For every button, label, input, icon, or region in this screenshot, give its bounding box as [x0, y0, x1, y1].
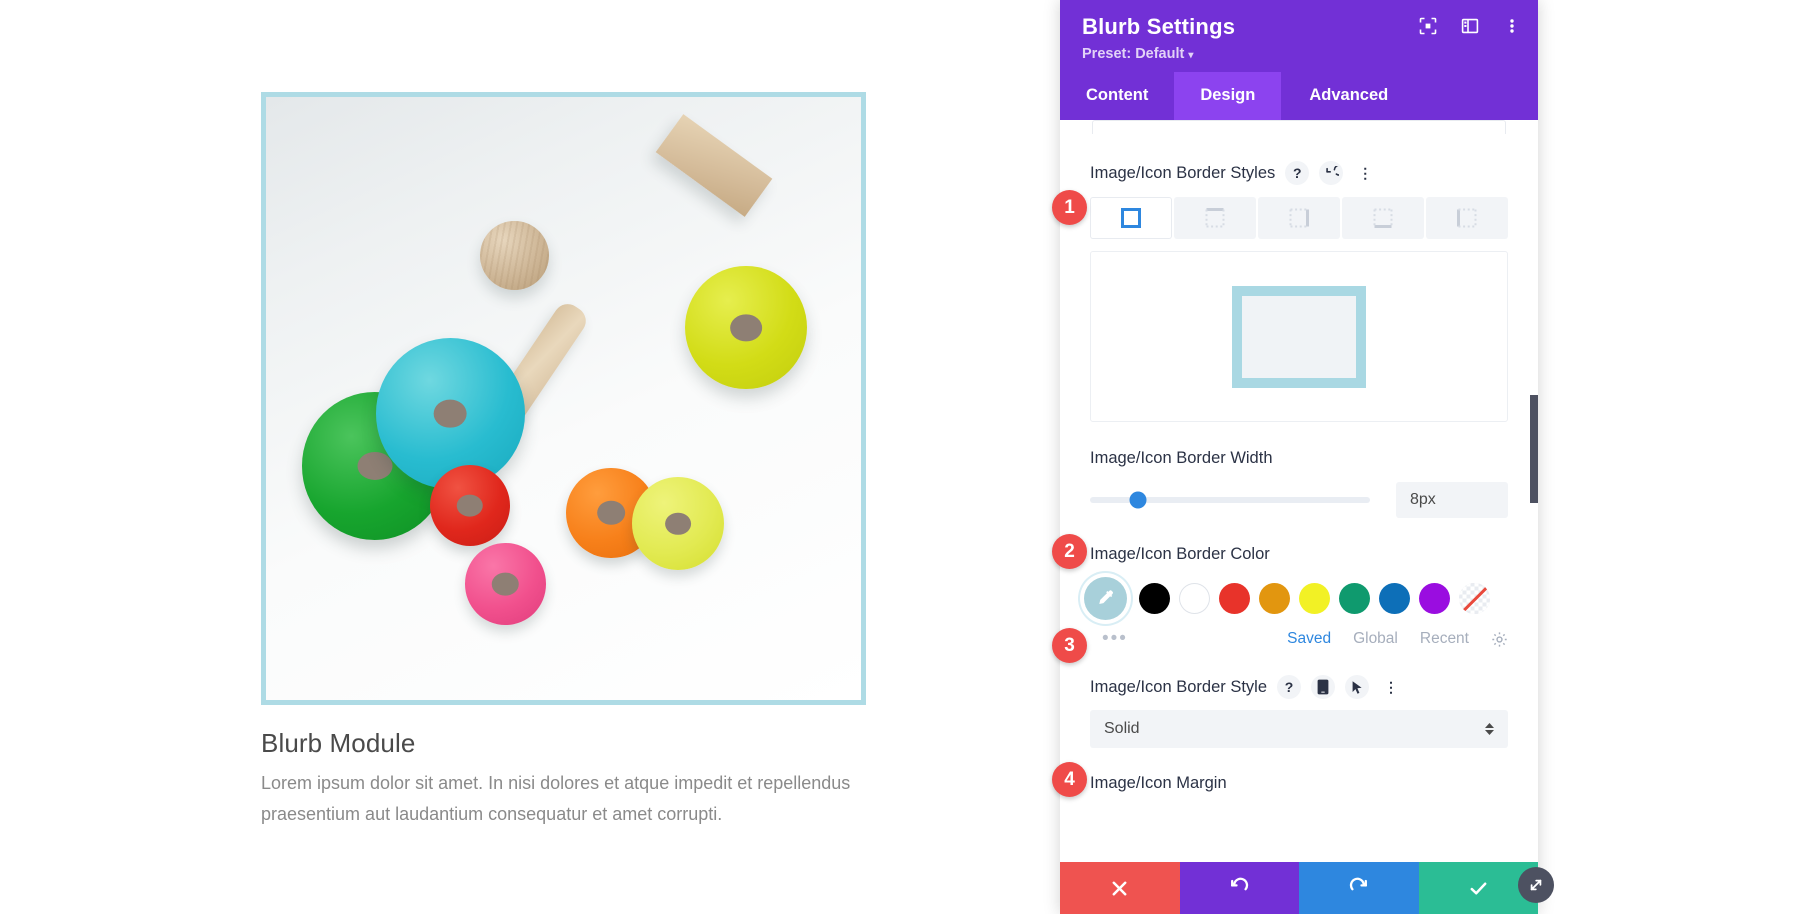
swatch-white[interactable]: [1179, 583, 1210, 614]
panel-scroll-content: Image/Icon Border Styles ? ⋮ Image/Icon …: [1060, 120, 1538, 862]
blurb-title: Blurb Module: [261, 728, 416, 758]
toy-ring-red: [429, 464, 510, 547]
swatch-black[interactable]: [1139, 583, 1170, 614]
toy-ring-yellow-large: [685, 265, 808, 390]
border-bottom-button[interactable]: [1342, 197, 1424, 239]
border-color-label-row: Image/Icon Border Color: [1090, 545, 1508, 564]
step-badge-3: 3: [1052, 628, 1087, 663]
help-icon[interactable]: ?: [1285, 161, 1310, 185]
border-style-label: Image/Icon Border Style: [1090, 677, 1268, 696]
swatch-teal[interactable]: [1339, 583, 1370, 614]
previous-field-remnant: [1092, 120, 1506, 134]
swatch-transparent[interactable]: [1459, 583, 1490, 614]
border-width-slider[interactable]: [1090, 491, 1370, 509]
blurb-body-text: Lorem ipsum dolor sit amet. In nisi dolo…: [261, 773, 851, 824]
swatch-red[interactable]: [1219, 583, 1250, 614]
border-style-label-row: Image/Icon Border Style ? ⋮: [1090, 675, 1508, 699]
panel-tabs: Content Design Advanced: [1060, 72, 1538, 120]
panel-scrollbar-track[interactable]: [1530, 120, 1538, 862]
border-width-input[interactable]: 8px: [1396, 482, 1508, 518]
palette-tab-saved[interactable]: Saved: [1287, 630, 1331, 648]
more-colors-icon[interactable]: •••: [1090, 629, 1128, 648]
border-width-control: 8px: [1090, 482, 1508, 518]
border-left-button[interactable]: [1426, 197, 1508, 239]
tab-design[interactable]: Design: [1174, 72, 1282, 120]
swatch-blue[interactable]: [1379, 583, 1410, 614]
border-styles-segment-group: [1090, 197, 1508, 239]
border-top-button[interactable]: [1174, 197, 1256, 239]
panel-body: Image/Icon Border Styles ? ⋮ Image/Icon …: [1060, 120, 1538, 862]
toy-ring-cyan: [376, 338, 525, 489]
border-width-label: Image/Icon Border Width: [1090, 449, 1273, 467]
cancel-button[interactable]: [1060, 862, 1180, 914]
palette-tabs: Saved Global Recent: [1287, 630, 1508, 648]
blurb-photo: [266, 97, 861, 700]
focus-target-icon[interactable]: [1418, 16, 1438, 36]
redo-button[interactable]: [1299, 862, 1419, 914]
border-styles-label-row: Image/Icon Border Styles ? ⋮: [1090, 161, 1508, 185]
resize-handle-icon[interactable]: [1518, 867, 1554, 903]
swatch-orange[interactable]: [1259, 583, 1290, 614]
panel-header: Blurb Settings Preset: Default ▾: [1060, 0, 1538, 72]
stepper-arrows-icon: [1485, 723, 1494, 735]
toy-wooden-ball: [480, 220, 550, 291]
palette-tab-recent[interactable]: Recent: [1420, 630, 1469, 648]
preset-label: Preset: Default: [1082, 46, 1185, 62]
panel-layout-icon[interactable]: [1460, 16, 1480, 36]
more-options-icon[interactable]: [1502, 16, 1522, 36]
preset-selector[interactable]: Preset: Default ▾: [1082, 46, 1516, 62]
next-section-label: Image/Icon Margin: [1090, 774, 1227, 792]
page-canvas: Blurb Module Lorem ipsum dolor sit amet.…: [0, 0, 1060, 914]
border-styles-label: Image/Icon Border Styles: [1090, 163, 1276, 182]
border-right-button[interactable]: [1258, 197, 1340, 239]
help-icon[interactable]: ?: [1277, 675, 1302, 699]
tab-advanced[interactable]: Advanced: [1281, 72, 1416, 120]
step-badge-2: 2: [1052, 534, 1087, 569]
blurb-settings-panel: Blurb Settings Preset: Default ▾ Content…: [1060, 0, 1554, 914]
reset-icon[interactable]: [1319, 161, 1344, 185]
more-options-icon[interactable]: ⋮: [1353, 161, 1377, 185]
border-color-label: Image/Icon Border Color: [1090, 545, 1270, 563]
color-swatch-row: [1084, 577, 1508, 620]
toy-hammer-head: [655, 114, 773, 218]
palette-meta-row: ••• Saved Global Recent: [1090, 629, 1508, 648]
toy-ring-yellow-small: [631, 476, 725, 571]
border-width-label-row: Image/Icon Border Width: [1090, 449, 1508, 468]
panel-action-bar: [1060, 862, 1554, 914]
undo-button[interactable]: [1179, 862, 1299, 914]
border-all-button[interactable]: [1090, 197, 1172, 239]
step-badge-4: 4: [1052, 762, 1087, 797]
border-style-value: Solid: [1104, 720, 1140, 737]
chevron-down-icon: ▾: [1188, 50, 1194, 61]
step-badge-1: 1: [1052, 190, 1087, 225]
border-style-select[interactable]: Solid: [1090, 710, 1508, 748]
more-options-icon[interactable]: ⋮: [1379, 675, 1403, 699]
border-preview-box: [1090, 251, 1508, 422]
palette-tab-global[interactable]: Global: [1353, 630, 1398, 648]
selected-color-swatch[interactable]: [1084, 577, 1127, 620]
app-root: Blurb Module Lorem ipsum dolor sit amet.…: [0, 0, 1800, 914]
border-preview-rectangle: [1232, 285, 1366, 388]
gear-icon[interactable]: [1491, 631, 1508, 648]
panel-header-icons: [1418, 16, 1522, 36]
swatch-yellow[interactable]: [1299, 583, 1330, 614]
panel-scrollbar-thumb[interactable]: [1530, 395, 1538, 503]
blurb-image-frame[interactable]: [261, 92, 866, 705]
swatch-purple[interactable]: [1419, 583, 1450, 614]
cursor-icon[interactable]: [1345, 675, 1370, 699]
toy-ring-pink: [465, 543, 546, 625]
tab-content[interactable]: Content: [1060, 72, 1174, 120]
slider-knob[interactable]: [1129, 491, 1147, 509]
mobile-icon[interactable]: [1311, 675, 1336, 699]
